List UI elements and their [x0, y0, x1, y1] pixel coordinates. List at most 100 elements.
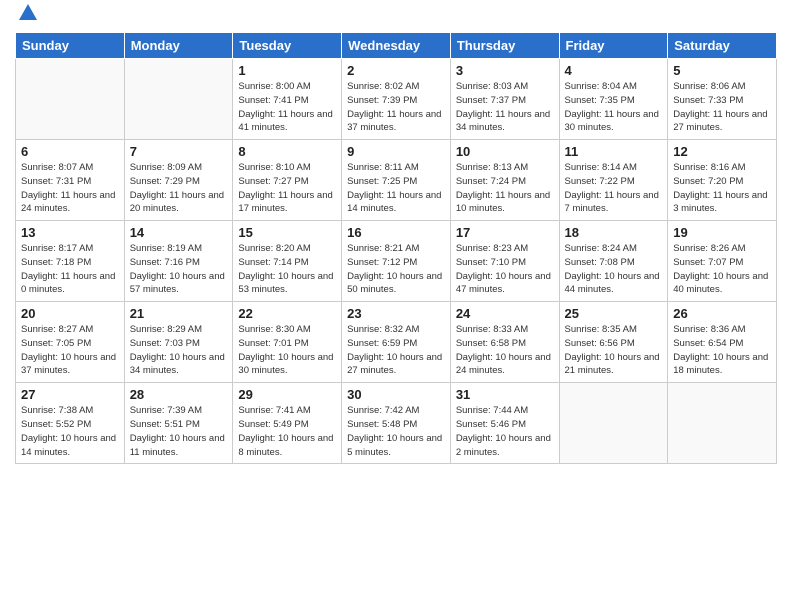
header — [15, 10, 777, 24]
weekday-header-saturday: Saturday — [668, 33, 777, 59]
week-row-4: 20Sunrise: 8:27 AMSunset: 7:05 PMDayligh… — [16, 302, 777, 383]
day-number: 19 — [673, 225, 771, 240]
calendar-cell: 6 Sunrise: 8:07 AMSunset: 7:31 PMDaylight… — [16, 140, 125, 221]
weekday-header-friday: Friday — [559, 33, 668, 59]
day-number: 20 — [21, 306, 119, 321]
calendar-cell — [124, 59, 233, 140]
day-info: Sunrise: 8:10 AMSunset: 7:27 PMDaylight:… — [238, 161, 336, 216]
week-row-1: 1 Sunrise: 8:00 AMSunset: 7:41 PMDaylight… — [16, 59, 777, 140]
calendar-cell: 8 Sunrise: 8:10 AMSunset: 7:27 PMDaylight… — [233, 140, 342, 221]
day-number: 7 — [130, 144, 228, 159]
day-info: Sunrise: 8:20 AMSunset: 7:14 PMDaylight:… — [238, 242, 336, 297]
day-info: Sunrise: 8:29 AMSunset: 7:03 PMDaylight:… — [130, 323, 228, 378]
logo — [15, 10, 39, 24]
calendar-cell: 20Sunrise: 8:27 AMSunset: 7:05 PMDayligh… — [16, 302, 125, 383]
calendar-table: SundayMondayTuesdayWednesdayThursdayFrid… — [15, 32, 777, 464]
day-number: 5 — [673, 63, 771, 78]
day-info: Sunrise: 7:42 AMSunset: 5:48 PMDaylight:… — [347, 404, 445, 459]
calendar-cell: 19Sunrise: 8:26 AMSunset: 7:07 PMDayligh… — [668, 221, 777, 302]
week-row-3: 13 Sunrise: 8:17 AMSunset: 7:18 PMDayligh… — [16, 221, 777, 302]
calendar-cell: 15 Sunrise: 8:20 AMSunset: 7:14 PMDayligh… — [233, 221, 342, 302]
calendar-cell: 27Sunrise: 7:38 AMSunset: 5:52 PMDayligh… — [16, 383, 125, 464]
day-info: Sunrise: 8:23 AMSunset: 7:10 PMDaylight:… — [456, 242, 554, 297]
day-info: Sunrise: 8:30 AMSunset: 7:01 PMDaylight:… — [238, 323, 336, 378]
day-info: Sunrise: 8:24 AMSunset: 7:08 PMDaylight:… — [565, 242, 663, 297]
day-number: 4 — [565, 63, 663, 78]
week-row-2: 6 Sunrise: 8:07 AMSunset: 7:31 PMDaylight… — [16, 140, 777, 221]
day-number: 24 — [456, 306, 554, 321]
day-number: 21 — [130, 306, 228, 321]
day-info: Sunrise: 8:04 AMSunset: 7:35 PMDaylight:… — [565, 80, 663, 135]
day-number: 15 — [238, 225, 336, 240]
day-info: Sunrise: 8:32 AMSunset: 6:59 PMDaylight:… — [347, 323, 445, 378]
day-info: Sunrise: 7:44 AMSunset: 5:46 PMDaylight:… — [456, 404, 554, 459]
day-info: Sunrise: 8:11 AMSunset: 7:25 PMDaylight:… — [347, 161, 445, 216]
calendar-cell: 17 Sunrise: 8:23 AMSunset: 7:10 PMDayligh… — [450, 221, 559, 302]
weekday-header-tuesday: Tuesday — [233, 33, 342, 59]
day-number: 3 — [456, 63, 554, 78]
day-number: 18 — [565, 225, 663, 240]
calendar-cell: 12 Sunrise: 8:16 AMSunset: 7:20 PMDayligh… — [668, 140, 777, 221]
day-info: Sunrise: 8:17 AMSunset: 7:18 PMDaylight:… — [21, 242, 119, 297]
day-info: Sunrise: 8:36 AMSunset: 6:54 PMDaylight:… — [673, 323, 771, 378]
calendar-cell: 24 Sunrise: 8:33 AMSunset: 6:58 PMDayligh… — [450, 302, 559, 383]
day-number: 30 — [347, 387, 445, 402]
day-info: Sunrise: 8:00 AMSunset: 7:41 PMDaylight:… — [238, 80, 336, 135]
calendar-cell: 7 Sunrise: 8:09 AMSunset: 7:29 PMDaylight… — [124, 140, 233, 221]
page: SundayMondayTuesdayWednesdayThursdayFrid… — [0, 0, 792, 612]
day-number: 23 — [347, 306, 445, 321]
calendar-cell: 11 Sunrise: 8:14 AMSunset: 7:22 PMDayligh… — [559, 140, 668, 221]
calendar-cell: 23 Sunrise: 8:32 AMSunset: 6:59 PMDayligh… — [342, 302, 451, 383]
day-info: Sunrise: 7:41 AMSunset: 5:49 PMDaylight:… — [238, 404, 336, 459]
day-number: 10 — [456, 144, 554, 159]
day-number: 28 — [130, 387, 228, 402]
day-number: 22 — [238, 306, 336, 321]
calendar-cell: 5 Sunrise: 8:06 AMSunset: 7:33 PMDaylight… — [668, 59, 777, 140]
calendar-cell — [559, 383, 668, 464]
calendar-cell: 22 Sunrise: 8:30 AMSunset: 7:01 PMDayligh… — [233, 302, 342, 383]
day-number: 16 — [347, 225, 445, 240]
day-info: Sunrise: 8:21 AMSunset: 7:12 PMDaylight:… — [347, 242, 445, 297]
day-info: Sunrise: 8:02 AMSunset: 7:39 PMDaylight:… — [347, 80, 445, 135]
day-info: Sunrise: 8:33 AMSunset: 6:58 PMDaylight:… — [456, 323, 554, 378]
calendar-cell: 13 Sunrise: 8:17 AMSunset: 7:18 PMDayligh… — [16, 221, 125, 302]
day-info: Sunrise: 8:06 AMSunset: 7:33 PMDaylight:… — [673, 80, 771, 135]
day-info: Sunrise: 8:19 AMSunset: 7:16 PMDaylight:… — [130, 242, 228, 297]
day-number: 8 — [238, 144, 336, 159]
calendar-cell: 10Sunrise: 8:13 AMSunset: 7:24 PMDayligh… — [450, 140, 559, 221]
calendar-cell — [668, 383, 777, 464]
day-number: 17 — [456, 225, 554, 240]
day-info: Sunrise: 8:07 AMSunset: 7:31 PMDaylight:… — [21, 161, 119, 216]
weekday-header-wednesday: Wednesday — [342, 33, 451, 59]
weekday-header-row: SundayMondayTuesdayWednesdayThursdayFrid… — [16, 33, 777, 59]
weekday-header-thursday: Thursday — [450, 33, 559, 59]
calendar-cell: 3 Sunrise: 8:03 AMSunset: 7:37 PMDaylight… — [450, 59, 559, 140]
day-number: 6 — [21, 144, 119, 159]
day-number: 2 — [347, 63, 445, 78]
day-number: 11 — [565, 144, 663, 159]
day-info: Sunrise: 8:35 AMSunset: 6:56 PMDaylight:… — [565, 323, 663, 378]
day-info: Sunrise: 8:16 AMSunset: 7:20 PMDaylight:… — [673, 161, 771, 216]
day-number: 14 — [130, 225, 228, 240]
day-number: 13 — [21, 225, 119, 240]
calendar-cell: 2 Sunrise: 8:02 AMSunset: 7:39 PMDaylight… — [342, 59, 451, 140]
calendar-cell: 29 Sunrise: 7:41 AMSunset: 5:49 PMDayligh… — [233, 383, 342, 464]
calendar-cell: 16 Sunrise: 8:21 AMSunset: 7:12 PMDayligh… — [342, 221, 451, 302]
day-number: 26 — [673, 306, 771, 321]
day-number: 31 — [456, 387, 554, 402]
weekday-header-sunday: Sunday — [16, 33, 125, 59]
week-row-5: 27Sunrise: 7:38 AMSunset: 5:52 PMDayligh… — [16, 383, 777, 464]
day-number: 29 — [238, 387, 336, 402]
day-number: 12 — [673, 144, 771, 159]
calendar-cell: 21 Sunrise: 8:29 AMSunset: 7:03 PMDayligh… — [124, 302, 233, 383]
day-number: 9 — [347, 144, 445, 159]
day-info: Sunrise: 8:03 AMSunset: 7:37 PMDaylight:… — [456, 80, 554, 135]
calendar-cell: 31 Sunrise: 7:44 AMSunset: 5:46 PMDayligh… — [450, 383, 559, 464]
calendar-cell: 25Sunrise: 8:35 AMSunset: 6:56 PMDayligh… — [559, 302, 668, 383]
calendar-cell: 18 Sunrise: 8:24 AMSunset: 7:08 PMDayligh… — [559, 221, 668, 302]
calendar-cell: 1 Sunrise: 8:00 AMSunset: 7:41 PMDaylight… — [233, 59, 342, 140]
day-info: Sunrise: 8:09 AMSunset: 7:29 PMDaylight:… — [130, 161, 228, 216]
day-info: Sunrise: 8:14 AMSunset: 7:22 PMDaylight:… — [565, 161, 663, 216]
calendar-cell: 4 Sunrise: 8:04 AMSunset: 7:35 PMDaylight… — [559, 59, 668, 140]
day-number: 1 — [238, 63, 336, 78]
